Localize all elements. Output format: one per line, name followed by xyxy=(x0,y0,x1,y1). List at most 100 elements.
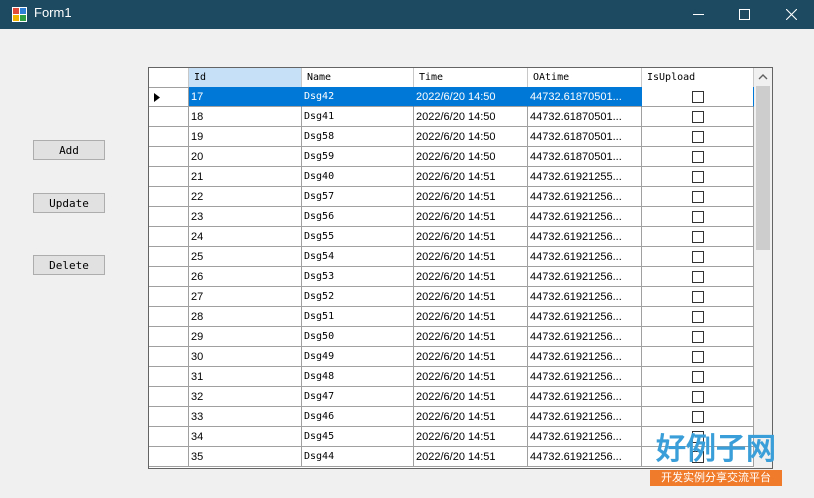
cell-time[interactable]: 2022/6/20 14:51 xyxy=(414,387,528,407)
table-row[interactable]: 18 Dsg41 2022/6/20 14:50 44732.61870501... xyxy=(149,107,754,127)
cell-isupload[interactable] xyxy=(642,347,754,367)
isupload-checkbox[interactable] xyxy=(692,171,704,183)
cell-oatime[interactable]: 44732.61870501... xyxy=(528,87,642,107)
cell-oatime[interactable]: 44732.61921256... xyxy=(528,407,642,427)
maximize-button[interactable] xyxy=(721,0,767,29)
table-row[interactable]: 28 Dsg51 2022/6/20 14:51 44732.61921256... xyxy=(149,307,754,327)
row-header[interactable] xyxy=(149,87,189,107)
cell-name[interactable]: Dsg44 xyxy=(302,447,414,467)
cell-time[interactable]: 2022/6/20 14:51 xyxy=(414,187,528,207)
table-row[interactable]: 31 Dsg48 2022/6/20 14:51 44732.61921256... xyxy=(149,367,754,387)
cell-oatime[interactable]: 44732.61921256... xyxy=(528,427,642,447)
row-header[interactable] xyxy=(149,427,189,447)
isupload-checkbox[interactable] xyxy=(692,251,704,263)
cell-id[interactable]: 18 xyxy=(189,107,302,127)
cell-id[interactable]: 22 xyxy=(189,187,302,207)
cell-id[interactable]: 32 xyxy=(189,387,302,407)
cell-id[interactable]: 21 xyxy=(189,167,302,187)
cell-name[interactable]: Dsg45 xyxy=(302,427,414,447)
cell-isupload[interactable] xyxy=(642,167,754,187)
cell-oatime[interactable]: 44732.61921256... xyxy=(528,247,642,267)
cell-oatime[interactable]: 44732.61921256... xyxy=(528,387,642,407)
cell-name[interactable]: Dsg49 xyxy=(302,347,414,367)
cell-name[interactable]: Dsg42 xyxy=(302,87,414,107)
cell-name[interactable]: Dsg48 xyxy=(302,367,414,387)
cell-name[interactable]: Dsg50 xyxy=(302,327,414,347)
cell-oatime[interactable]: 44732.61921256... xyxy=(528,447,642,467)
table-row[interactable]: 19 Dsg58 2022/6/20 14:50 44732.61870501... xyxy=(149,127,754,147)
cell-isupload[interactable] xyxy=(642,127,754,147)
isupload-checkbox[interactable] xyxy=(692,411,704,423)
cell-oatime[interactable]: 44732.61870501... xyxy=(528,107,642,127)
cell-isupload[interactable] xyxy=(642,367,754,387)
cell-isupload[interactable] xyxy=(642,307,754,327)
cell-id[interactable]: 30 xyxy=(189,347,302,367)
table-row[interactable]: 26 Dsg53 2022/6/20 14:51 44732.61921256... xyxy=(149,267,754,287)
cell-isupload[interactable] xyxy=(642,267,754,287)
cell-name[interactable]: Dsg40 xyxy=(302,167,414,187)
cell-oatime[interactable]: 44732.61921256... xyxy=(528,207,642,227)
cell-oatime[interactable]: 44732.61921256... xyxy=(528,287,642,307)
row-header[interactable] xyxy=(149,447,189,467)
table-row[interactable]: 27 Dsg52 2022/6/20 14:51 44732.61921256... xyxy=(149,287,754,307)
cell-id[interactable]: 19 xyxy=(189,127,302,147)
isupload-checkbox[interactable] xyxy=(692,131,704,143)
cell-id[interactable]: 34 xyxy=(189,427,302,447)
cell-name[interactable]: Dsg55 xyxy=(302,227,414,247)
cell-id[interactable]: 29 xyxy=(189,327,302,347)
isupload-checkbox[interactable] xyxy=(692,111,704,123)
cell-isupload[interactable] xyxy=(642,387,754,407)
cell-time[interactable]: 2022/6/20 14:50 xyxy=(414,107,528,127)
minimize-button[interactable] xyxy=(675,0,721,29)
table-row[interactable]: 22 Dsg57 2022/6/20 14:51 44732.61921256... xyxy=(149,187,754,207)
cell-name[interactable]: Dsg46 xyxy=(302,407,414,427)
cell-isupload[interactable] xyxy=(642,187,754,207)
cell-oatime[interactable]: 44732.61870501... xyxy=(528,147,642,167)
cell-name[interactable]: Dsg59 xyxy=(302,147,414,167)
isupload-checkbox[interactable] xyxy=(692,291,704,303)
cell-oatime[interactable]: 44732.61921256... xyxy=(528,327,642,347)
update-button[interactable]: Update xyxy=(33,193,105,213)
cell-oatime[interactable]: 44732.61921256... xyxy=(528,187,642,207)
cell-id[interactable]: 33 xyxy=(189,407,302,427)
add-button[interactable]: Add xyxy=(33,140,105,160)
row-header[interactable] xyxy=(149,347,189,367)
cell-oatime[interactable]: 44732.61921255... xyxy=(528,167,642,187)
cell-name[interactable]: Dsg52 xyxy=(302,287,414,307)
cell-isupload[interactable] xyxy=(642,327,754,347)
row-header[interactable] xyxy=(149,167,189,187)
cell-name[interactable]: Dsg56 xyxy=(302,207,414,227)
table-row[interactable]: 21 Dsg40 2022/6/20 14:51 44732.61921255... xyxy=(149,167,754,187)
isupload-checkbox[interactable] xyxy=(692,371,704,383)
table-row[interactable]: 33 Dsg46 2022/6/20 14:51 44732.61921256... xyxy=(149,407,754,427)
isupload-checkbox[interactable] xyxy=(692,351,704,363)
cell-time[interactable]: 2022/6/20 14:51 xyxy=(414,327,528,347)
column-header-time[interactable]: Time xyxy=(414,68,528,87)
cell-oatime[interactable]: 44732.61870501... xyxy=(528,127,642,147)
column-header-isupload[interactable]: IsUpload xyxy=(642,68,754,87)
cell-isupload[interactable] xyxy=(642,147,754,167)
isupload-checkbox[interactable] xyxy=(692,271,704,283)
cell-id[interactable]: 25 xyxy=(189,247,302,267)
title-bar[interactable]: Form1 xyxy=(0,0,814,29)
table-row[interactable]: 29 Dsg50 2022/6/20 14:51 44732.61921256... xyxy=(149,327,754,347)
cell-id[interactable]: 23 xyxy=(189,207,302,227)
column-header-oatime[interactable]: OAtime xyxy=(528,68,642,87)
cell-isupload[interactable] xyxy=(642,207,754,227)
table-row[interactable]: 23 Dsg56 2022/6/20 14:51 44732.61921256... xyxy=(149,207,754,227)
isupload-checkbox[interactable] xyxy=(692,311,704,323)
row-header[interactable] xyxy=(149,207,189,227)
table-row[interactable]: 24 Dsg55 2022/6/20 14:51 44732.61921256... xyxy=(149,227,754,247)
cell-oatime[interactable]: 44732.61921256... xyxy=(528,367,642,387)
isupload-checkbox[interactable] xyxy=(692,331,704,343)
scroll-up-icon[interactable] xyxy=(758,73,768,80)
cell-isupload[interactable] xyxy=(642,107,754,127)
column-header-id[interactable]: Id xyxy=(189,68,302,87)
row-header[interactable] xyxy=(149,227,189,247)
isupload-checkbox[interactable] xyxy=(692,231,704,243)
cell-isupload[interactable] xyxy=(642,227,754,247)
cell-id[interactable]: 26 xyxy=(189,267,302,287)
cell-id[interactable]: 24 xyxy=(189,227,302,247)
cell-time[interactable]: 2022/6/20 14:51 xyxy=(414,267,528,287)
cell-oatime[interactable]: 44732.61921256... xyxy=(528,307,642,327)
